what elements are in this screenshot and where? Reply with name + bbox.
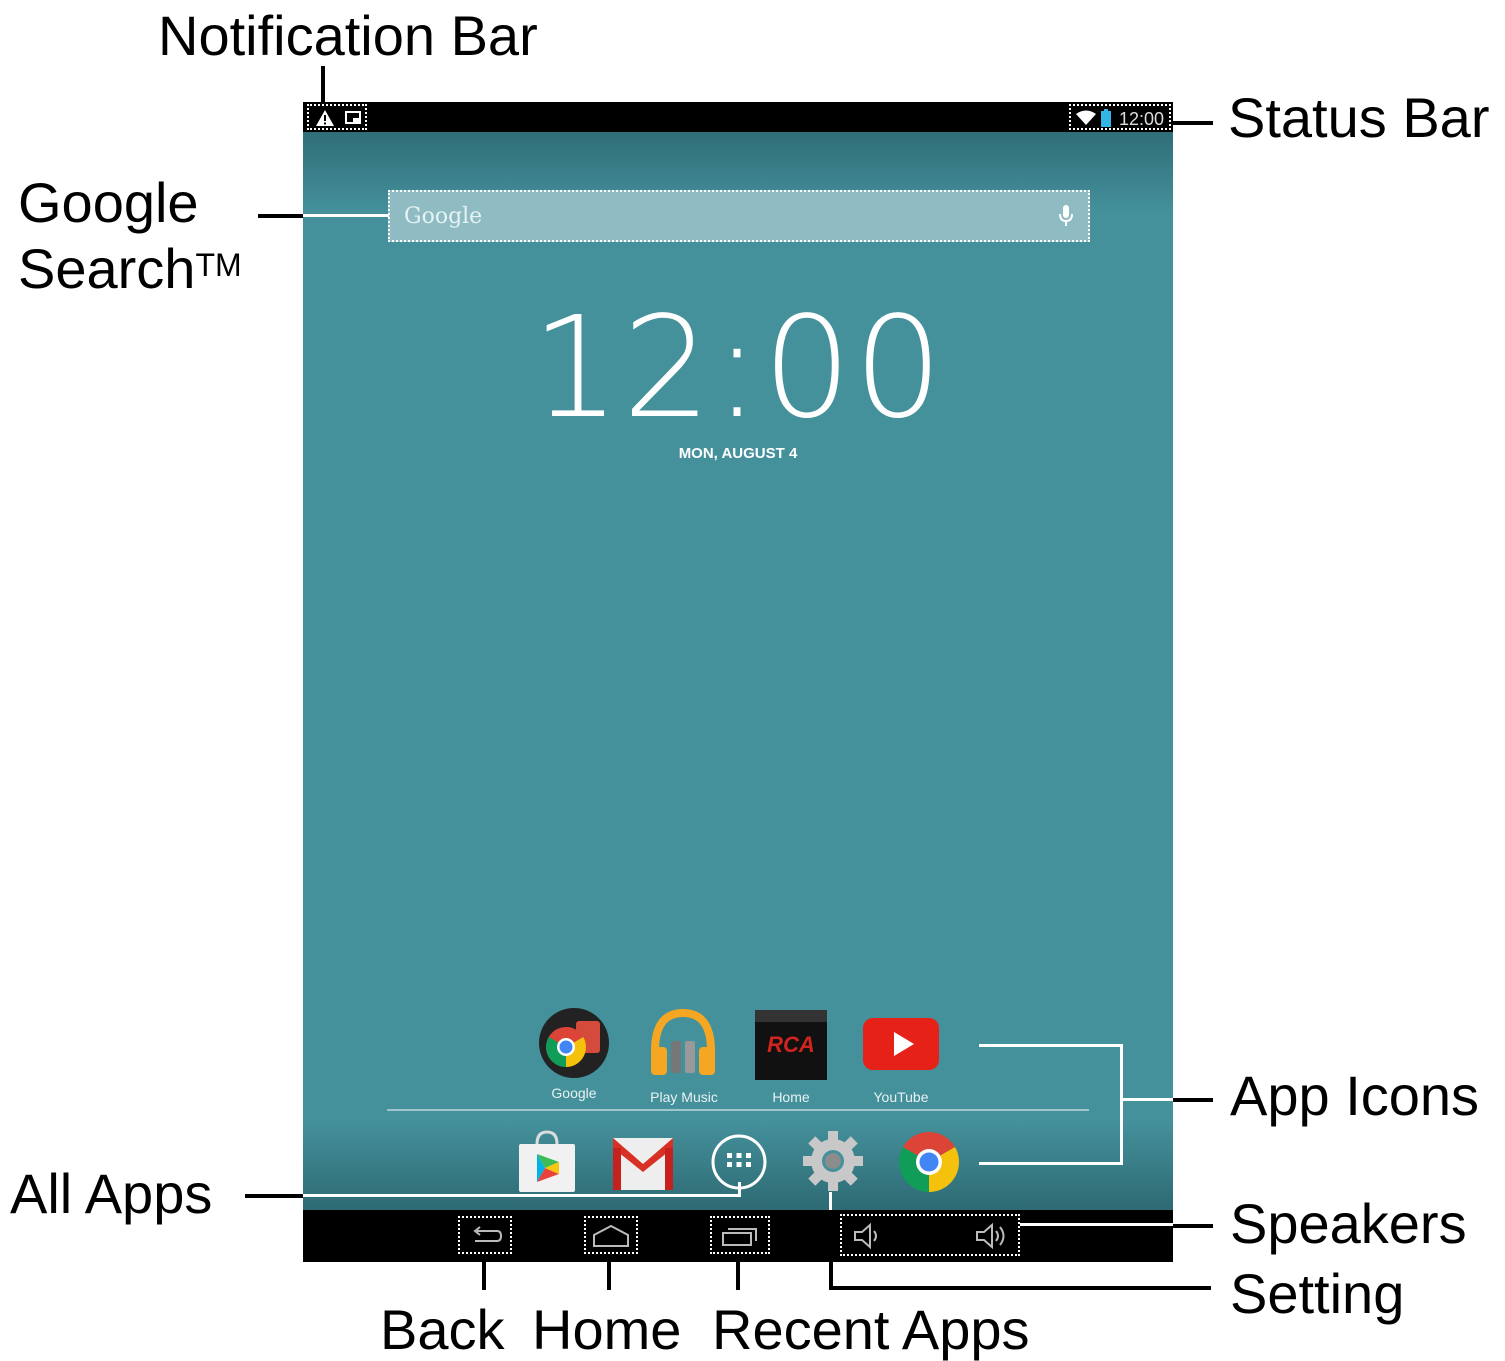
status-bar[interactable]: 12:00: [303, 102, 1173, 132]
leader-notification-bar: [321, 66, 325, 106]
chrome-icon[interactable]: [897, 1130, 961, 1194]
leader-recent-apps: [736, 1262, 740, 1290]
leader-all-apps: [245, 1194, 303, 1198]
trademark-mark: TM: [195, 247, 242, 283]
rca-logo-text: RCA: [767, 1032, 815, 1057]
play-store-icon[interactable]: [515, 1130, 579, 1194]
leader-all-apps-inner: [303, 1194, 741, 1197]
google-folder-icon[interactable]: [538, 1007, 610, 1079]
rca-home-icon[interactable]: RCA: [755, 1010, 827, 1082]
warning-icon: [316, 110, 334, 126]
callout-google-search-line2: SearchTM: [18, 237, 242, 300]
leader-app-icons-bottom: [979, 1162, 1123, 1165]
leader-all-apps-riser: [738, 1182, 741, 1197]
leader-google-search-inner: [303, 214, 389, 217]
callout-recent-apps: Recent Apps: [712, 1298, 1030, 1361]
volume-down-icon[interactable]: [852, 1222, 884, 1250]
tablet-home-screen: 12:00 Google 12:00 MON, AUGUST 4 Google: [303, 102, 1173, 1262]
leader-google-search: [258, 214, 303, 218]
wifi-icon: [1076, 110, 1096, 125]
leader-setting: [829, 1286, 1211, 1290]
callout-all-apps: All Apps: [10, 1162, 213, 1225]
app-label-google: Google: [551, 1085, 597, 1101]
callout-app-icons: App Icons: [1230, 1064, 1480, 1127]
callout-speakers: Speakers: [1230, 1192, 1467, 1255]
clock-widget-date: MON, AUGUST 4: [678, 445, 798, 462]
google-search-bar[interactable]: Google: [388, 190, 1090, 242]
leader-speakers: [1173, 1224, 1213, 1228]
callout-notification-bar: Notification Bar: [158, 4, 538, 67]
app-label-home: Home: [772, 1089, 810, 1105]
leader-app-icons-top: [979, 1044, 1123, 1047]
callout-back: Back: [380, 1298, 505, 1361]
leader-app-icons: [1173, 1098, 1213, 1102]
home-icon: [593, 1224, 629, 1247]
leader-app-icons-stub: [1120, 1098, 1173, 1101]
navigation-bar: [303, 1210, 1173, 1262]
clock-widget-time[interactable]: 12:00: [303, 287, 1173, 450]
notification-area[interactable]: [307, 104, 367, 130]
youtube-icon[interactable]: [863, 1014, 939, 1086]
status-time: 12:00: [1119, 109, 1165, 129]
leader-home: [607, 1262, 611, 1290]
app-label-play-music: Play Music: [650, 1089, 718, 1105]
callout-setting: Setting: [1230, 1262, 1405, 1325]
dock-divider: [387, 1109, 1089, 1111]
screenshot-notification-icon: [345, 111, 361, 124]
back-button[interactable]: [458, 1216, 512, 1254]
volume-up-icon[interactable]: [974, 1222, 1012, 1250]
leader-status-bar: [1173, 121, 1213, 125]
speaker-buttons-area[interactable]: [840, 1214, 1020, 1256]
callout-home: Home: [532, 1298, 682, 1361]
recent-apps-button[interactable]: [710, 1216, 770, 1254]
callout-google-search: Google SearchTM: [18, 170, 242, 302]
status-icons-area[interactable]: 12:00: [1069, 104, 1171, 130]
settings-gear-icon[interactable]: [801, 1129, 865, 1193]
home-button[interactable]: [584, 1216, 638, 1254]
callout-google-search-line1: Google: [18, 171, 199, 234]
gmail-icon[interactable]: [611, 1134, 675, 1192]
battery-icon: [1101, 109, 1111, 127]
callout-status-bar: Status Bar: [1228, 86, 1490, 149]
leader-speakers-inner: [1020, 1223, 1173, 1226]
app-label-youtube: YouTube: [873, 1089, 929, 1105]
search-placeholder: Google: [404, 204, 483, 229]
play-music-icon[interactable]: [647, 1007, 719, 1079]
leader-app-icons-bracket: [1120, 1044, 1123, 1165]
back-arrow-icon: [473, 1226, 503, 1242]
leader-back: [482, 1262, 486, 1290]
recent-apps-icon: [722, 1228, 757, 1246]
leader-setting-vertical: [829, 1262, 833, 1288]
microphone-icon[interactable]: [1058, 204, 1074, 228]
